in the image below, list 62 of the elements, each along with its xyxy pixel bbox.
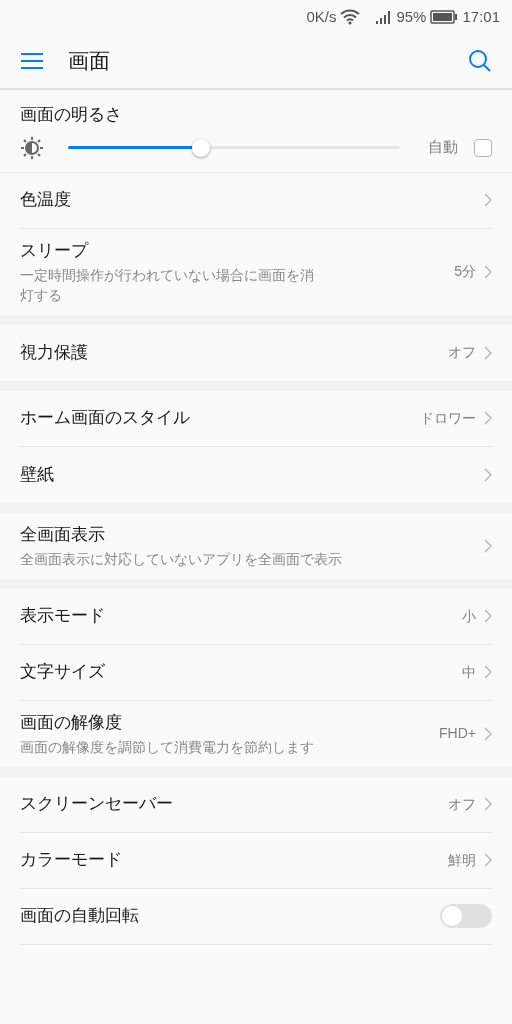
chevron-right-icon	[484, 609, 492, 623]
setting-title: 視力保護	[20, 341, 89, 364]
toggle-switch[interactable]	[440, 904, 492, 928]
chevron-right-icon	[484, 797, 492, 811]
setting-row[interactable]: 表示モード 小	[20, 588, 492, 645]
setting-row[interactable]: 画面の解像度 画面の解像度を調節して消費電力を節約します FHD+	[20, 700, 492, 767]
menu-icon[interactable]	[20, 52, 44, 70]
setting-value: オフ	[448, 794, 476, 814]
chevron-right-icon	[484, 264, 492, 279]
setting-row[interactable]: 壁紙	[20, 446, 492, 503]
setting-title: カラーモード	[20, 849, 123, 871]
battery-icon	[430, 10, 459, 24]
setting-value: 鮮明	[448, 850, 476, 870]
wifi-icon	[340, 9, 361, 25]
chevron-right-icon	[484, 726, 492, 741]
setting-description: 画面の解像度を調節して消費電力を節約します	[20, 737, 315, 757]
setting-row[interactable]: 色温度	[20, 172, 492, 229]
setting-row[interactable]: 全画面表示 全画面表示に対応していないアプリを全画面で表示	[20, 512, 492, 579]
setting-title: 画面の自動回転	[20, 905, 140, 927]
setting-value: オフ	[448, 343, 476, 362]
setting-title: 文字サイズ	[20, 661, 106, 683]
brightness-slider[interactable]	[68, 137, 400, 158]
setting-row[interactable]: ホーム画面のスタイル ドロワー	[20, 390, 492, 447]
setting-title: スリープ	[20, 239, 90, 262]
chevron-right-icon	[484, 853, 492, 867]
setting-value: FHD+	[439, 724, 476, 743]
setting-row[interactable]: 文字サイズ 中	[20, 644, 492, 701]
chevron-right-icon	[484, 538, 492, 553]
page-title: 画面	[68, 48, 111, 75]
network-speed: 0K/s	[306, 6, 337, 27]
setting-row[interactable]: カラーモード 鮮明	[20, 832, 492, 889]
setting-row[interactable]: スリープ 一定時間操作が行われていない場合に画面を消灯する 5分	[20, 228, 492, 315]
setting-value: 中	[462, 662, 476, 682]
brightness-icon	[20, 135, 44, 160]
setting-row[interactable]: 視力保護 オフ	[20, 324, 492, 381]
clock-time: 17:01	[462, 6, 500, 27]
auto-label: 自動	[428, 137, 458, 158]
setting-description: 全画面表示に対応していないアプリを全画面で表示	[20, 549, 343, 569]
chevron-right-icon	[484, 411, 492, 425]
setting-description: 一定時間操作が行われていない場合に画面を消灯する	[20, 265, 315, 305]
setting-title: 全画面表示	[20, 523, 106, 546]
chevron-right-icon	[484, 467, 492, 482]
setting-title: スクリーンセーバー	[20, 793, 174, 815]
setting-title: 画面の解像度	[20, 711, 123, 734]
setting-title: 表示モード	[20, 605, 106, 627]
chevron-right-icon	[484, 665, 492, 679]
setting-title: 画面の明るさ	[20, 104, 123, 126]
setting-value: ドロワー	[420, 408, 476, 428]
setting-title: 壁紙	[20, 463, 55, 486]
slider-thumb[interactable]	[191, 138, 210, 157]
battery-percent: 95%	[396, 6, 427, 27]
search-icon[interactable]	[468, 49, 492, 73]
setting-title: 色温度	[20, 189, 72, 211]
auto-checkbox[interactable]	[474, 138, 492, 157]
setting-value: 小	[462, 606, 476, 626]
setting-title: ホーム画面のスタイル	[20, 407, 191, 429]
signal-icon	[376, 10, 393, 24]
setting-value: 5分	[454, 262, 476, 281]
setting-row[interactable]: スクリーンセーバー オフ	[20, 776, 492, 833]
chevron-right-icon	[484, 345, 492, 360]
chevron-right-icon	[484, 193, 492, 207]
setting-row[interactable]: 画面の自動回転	[20, 888, 492, 945]
